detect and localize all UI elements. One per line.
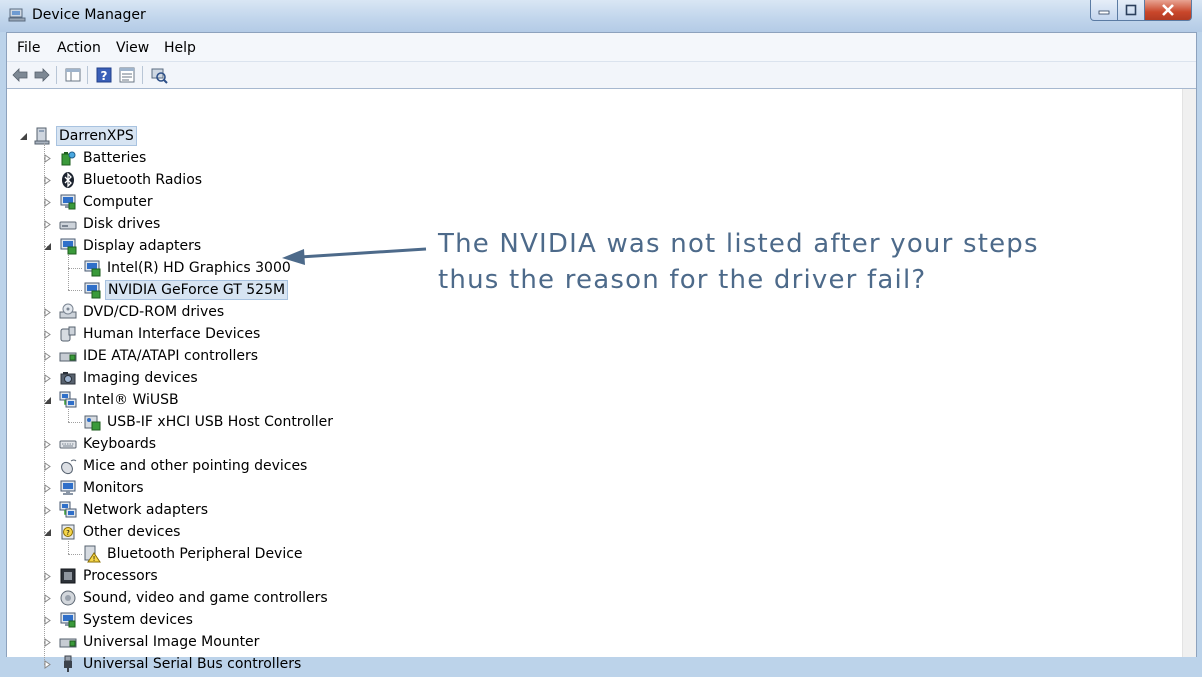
tree-item-universal-image-mounter[interactable]: Universal Image Mounter xyxy=(81,632,261,652)
tree-item-disk-drives[interactable]: Disk drives xyxy=(81,214,162,234)
warning-device-icon: ! xyxy=(83,545,101,563)
network-icon xyxy=(59,501,77,519)
minimize-button[interactable] xyxy=(1090,0,1118,21)
ide-controller-icon xyxy=(59,633,77,651)
tree-item-bluetooth-radios[interactable]: Bluetooth Radios xyxy=(81,170,204,190)
device-tree: DarrenXPS Batteries Bluetooth Radios Comput… xyxy=(7,89,1183,672)
dvd-drive-icon xyxy=(59,303,77,321)
tree-item-network-adapters[interactable]: Network adapters xyxy=(81,500,210,520)
tree-item-keyboards[interactable]: Keyboards xyxy=(81,434,158,454)
tree-item-sound-video-and-game-controllers[interactable]: Sound, video and game controllers xyxy=(81,588,330,608)
tree-item-usb-if-xhci-usb-host-controller[interactable]: USB-IF xHCI USB Host Controller xyxy=(105,412,335,432)
monitor-icon xyxy=(59,479,77,497)
menu-action[interactable]: Action xyxy=(57,40,101,56)
window-frame: File Action View Help ? DarrenXPS Batter… xyxy=(6,32,1197,672)
keyboard-icon xyxy=(59,435,77,453)
tree-item-batteries[interactable]: Batteries xyxy=(81,148,148,168)
processor-icon xyxy=(59,567,77,585)
scan-hardware-changes-icon[interactable] xyxy=(150,66,168,84)
annotation-line-1: The NVIDIA was not listed after your ste… xyxy=(438,229,1039,259)
bluetooth-icon xyxy=(59,171,77,189)
annotation-text: The NVIDIA was not listed after your ste… xyxy=(438,226,1039,298)
hid-icon xyxy=(59,325,77,343)
tree-item-monitors[interactable]: Monitors xyxy=(81,478,146,498)
title-bar: Device Manager xyxy=(0,0,1202,32)
tree-root-label[interactable]: DarrenXPS xyxy=(56,126,137,146)
ide-controller-icon xyxy=(59,347,77,365)
window-title: Device Manager xyxy=(32,7,146,23)
sound-icon xyxy=(59,589,77,607)
battery-icon xyxy=(59,149,77,167)
show-hide-console-tree-icon[interactable] xyxy=(64,66,82,84)
computer-root-icon xyxy=(33,127,51,145)
maximize-icon xyxy=(1125,4,1137,16)
display-adapter-icon xyxy=(59,237,77,255)
usb-plug-icon xyxy=(59,655,77,673)
tree-item-dvd-cd-rom-drives[interactable]: DVD/CD-ROM drives xyxy=(81,302,226,322)
display-adapter-icon xyxy=(83,281,101,299)
display-adapter-icon xyxy=(83,259,101,277)
tree-item-universal-serial-bus-controllers[interactable]: Universal Serial Bus controllers xyxy=(81,654,303,674)
camera-icon xyxy=(59,369,77,387)
close-button[interactable] xyxy=(1145,0,1192,21)
tree-item-nvidia-geforce-gt-525m[interactable]: NVIDIA GeForce GT 525M xyxy=(105,280,289,300)
tree-item-imaging-devices[interactable]: Imaging devices xyxy=(81,368,200,388)
computer-icon xyxy=(59,193,77,211)
tree-item-computer[interactable]: Computer xyxy=(81,192,155,212)
device-manager-icon xyxy=(8,8,26,22)
disk-drive-icon xyxy=(59,215,77,233)
help-icon[interactable]: ? xyxy=(95,66,113,84)
network-icon xyxy=(59,391,77,409)
toolbar: ? xyxy=(7,62,1196,89)
usb-controller-icon xyxy=(83,413,101,431)
vertical-scrollbar[interactable] xyxy=(1182,89,1196,657)
menu-bar: File Action View Help xyxy=(7,33,1196,62)
tree-item-ide-ata-atapi-controllers[interactable]: IDE ATA/ATAPI controllers xyxy=(81,346,260,366)
menu-file[interactable]: File xyxy=(17,40,40,56)
svg-text:?: ? xyxy=(66,529,70,537)
tree-item-human-interface-devices[interactable]: Human Interface Devices xyxy=(81,324,262,344)
close-icon xyxy=(1162,4,1174,16)
tree-item-mice-and-other-pointing-devices[interactable]: Mice and other pointing devices xyxy=(81,456,309,476)
properties-icon[interactable] xyxy=(118,66,136,84)
maximize-button[interactable] xyxy=(1118,0,1145,21)
tree-item-processors[interactable]: Processors xyxy=(81,566,160,586)
tree-item-intel-r-hd-graphics-3000[interactable]: Intel(R) HD Graphics 3000 xyxy=(105,258,293,278)
annotation-line-2: thus the reason for the driver fail? xyxy=(438,265,927,295)
menu-help[interactable]: Help xyxy=(164,40,196,56)
tree-item-system-devices[interactable]: System devices xyxy=(81,610,195,630)
tree-item-intel-wiusb[interactable]: Intel® WiUSB xyxy=(81,390,181,410)
tree-item-display-adapters[interactable]: Display adapters xyxy=(81,236,203,256)
tree-item-bluetooth-peripheral-device[interactable]: Bluetooth Peripheral Device xyxy=(105,544,305,564)
root-collapse-toggle[interactable] xyxy=(18,131,28,141)
svg-text:!: ! xyxy=(93,555,96,563)
computer-icon xyxy=(59,611,77,629)
forward-arrow-icon[interactable] xyxy=(33,66,51,84)
minimize-icon xyxy=(1098,10,1110,15)
unknown-device-icon: ? xyxy=(59,523,77,541)
mouse-icon xyxy=(59,457,77,475)
svg-text:?: ? xyxy=(101,69,108,83)
tree-item-other-devices[interactable]: Other devices xyxy=(81,522,182,542)
back-arrow-icon[interactable] xyxy=(11,66,29,84)
menu-view[interactable]: View xyxy=(116,40,149,56)
